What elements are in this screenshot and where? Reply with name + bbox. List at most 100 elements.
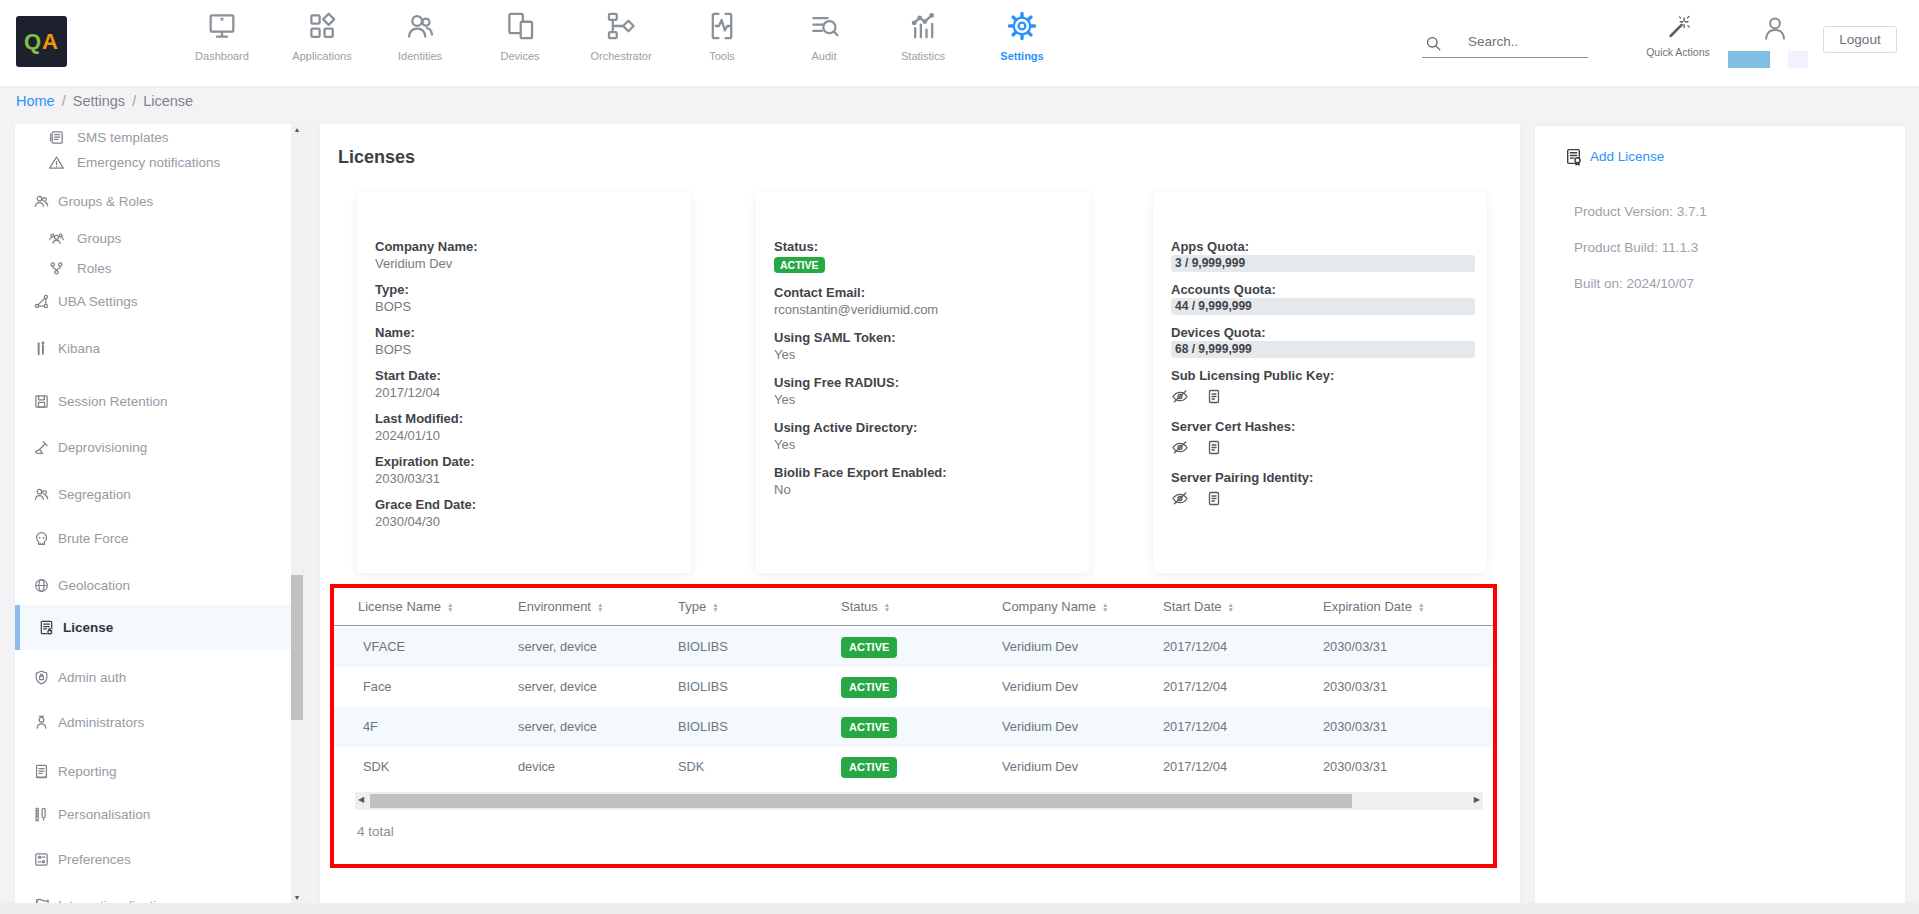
column-header-type[interactable]: Type▲▼ [678, 588, 719, 626]
table-row-face[interactable]: Faceserver, deviceBIOLIBSACTIVEVeridium … [334, 667, 1493, 707]
field-value: Veridium Dev [375, 255, 679, 272]
sidebar-item-deprovisioning[interactable]: Deprovisioning [15, 435, 291, 459]
cell-type: BIOLIBS [678, 707, 728, 747]
table-horizontal-scrollbar[interactable]: ◀ ▶ [355, 792, 1483, 810]
search-icon[interactable] [1424, 34, 1443, 53]
sidebar-item-uba-settings[interactable]: UBA Settings [15, 289, 291, 313]
prefs-icon [33, 851, 50, 868]
nav-item-settings[interactable]: Settings [972, 8, 1072, 62]
field-label: Devices Quota: [1171, 324, 1475, 341]
copy-icon[interactable] [1205, 439, 1222, 456]
field-label: Server Pairing Identity: [1171, 469, 1475, 486]
column-header-company-name[interactable]: Company Name▲▼ [1002, 588, 1108, 626]
sidebar-item-segregation[interactable]: Segregation [15, 482, 291, 506]
field-label: Expiration Date: [375, 453, 679, 470]
nav-item-identities[interactable]: Identities [370, 8, 470, 62]
sidebar-scrollbar[interactable]: ▲ ▼ [291, 124, 303, 903]
logout-button[interactable]: Logout [1823, 26, 1897, 53]
breadcrumb-item-settings: Settings [73, 93, 125, 109]
breadcrumb-separator: / [62, 93, 66, 109]
sidebar-item-groups-roles[interactable]: Groups & Roles [15, 189, 291, 213]
sidebar-item-session-retention[interactable]: Session Retention [15, 389, 291, 413]
sort-icon: ▲▼ [447, 603, 453, 612]
users-icon [33, 486, 50, 503]
cell-license-name: VFACE [363, 627, 405, 667]
scroll-up-icon[interactable]: ▲ [291, 126, 303, 133]
license-status-card: Status:ACTIVEContact Email:rconstantin@v… [756, 192, 1090, 573]
nav-item-audit[interactable]: Audit [774, 8, 874, 62]
sidebar-item-geolocation[interactable]: Geolocation [15, 573, 291, 597]
field-label: Using Free RADIUS: [774, 374, 1078, 391]
reveal-eye-icon[interactable] [1171, 388, 1188, 405]
sidebar-item-emergency-notifications[interactable]: Emergency notifications [15, 150, 291, 174]
sidebar-item-groups[interactable]: Groups [15, 226, 291, 250]
language-flag-primary[interactable] [1728, 51, 1770, 68]
field-value: 2024/01/10 [375, 427, 679, 444]
copy-icon[interactable] [1205, 490, 1222, 507]
grid-icon [272, 8, 372, 44]
quota-bar: 44 / 9,999,999 [1171, 298, 1475, 315]
app-logo[interactable]: QA [16, 16, 67, 67]
sort-icon: ▲▼ [712, 603, 718, 612]
sidebar-item-license[interactable]: License [15, 605, 291, 650]
reveal-eye-icon[interactable] [1171, 439, 1188, 456]
column-header-expiration-date[interactable]: Expiration Date▲▼ [1323, 588, 1424, 626]
quick-actions-button[interactable]: Quick Actions [1643, 10, 1713, 58]
column-header-status[interactable]: Status▲▼ [841, 588, 890, 626]
sidebar-item-preferences[interactable]: Preferences [15, 847, 291, 871]
cell-type: SDK [678, 747, 704, 787]
sidebar-item-administrators[interactable]: Administrators [15, 710, 291, 734]
nav-item-tools[interactable]: Tools [672, 8, 772, 62]
cell-type: BIOLIBS [678, 667, 728, 707]
field-using-free-radius: Using Free RADIUS:Yes [774, 374, 1078, 408]
nav-item-devices[interactable]: Devices [470, 8, 570, 62]
scroll-right-icon[interactable]: ▶ [1474, 795, 1480, 804]
field-company-name: Company Name:Veridium Dev [375, 238, 679, 272]
scroll-left-icon[interactable]: ◀ [358, 795, 364, 804]
field-sub-licensing-public-key: Sub Licensing Public Key: [1171, 367, 1475, 405]
field-label: Contact Email: [774, 284, 1078, 301]
field-label: Company Name: [375, 238, 679, 255]
column-header-license-name[interactable]: License Name▲▼ [358, 588, 454, 626]
column-header-environment[interactable]: Environment▲▼ [518, 588, 603, 626]
reveal-eye-icon[interactable] [1171, 490, 1188, 507]
table-header-row: License Name▲▼ Environment▲▼ Type▲▼ Status▲… [334, 588, 1493, 626]
field-biolib-face-export-enabled: Biolib Face Export Enabled:No [774, 464, 1078, 498]
breadcrumb-item-home[interactable]: Home [16, 93, 55, 109]
cell-license-name: SDK [363, 747, 389, 787]
language-flag-secondary[interactable] [1788, 51, 1808, 68]
search-input[interactable] [1468, 34, 1584, 49]
field-value: Yes [774, 436, 1078, 453]
table-row-vface[interactable]: VFACEserver, deviceBIOLIBSACTIVEVeridium… [334, 627, 1493, 667]
sidebar-scrollbar-thumb[interactable] [291, 575, 303, 720]
nav-item-statistics[interactable]: Statistics [873, 8, 973, 62]
sidebar-item-kibana[interactable]: Kibana [15, 336, 291, 360]
cell-company-name: Veridium Dev [1002, 667, 1078, 707]
field-label: Grace End Date: [375, 496, 679, 513]
page-horizontal-scrollbar[interactable] [0, 903, 1919, 914]
table-row-sdk[interactable]: SDKdeviceSDKACTIVEVeridium Dev2017/12/04… [334, 747, 1493, 787]
nav-item-dashboard[interactable]: Dashboard [172, 8, 272, 62]
field-last-modified: Last Modified:2024/01/10 [375, 410, 679, 444]
column-header-start-date[interactable]: Start Date▲▼ [1163, 588, 1234, 626]
cell-start-date: 2017/12/04 [1163, 667, 1227, 707]
nav-item-orchestrator[interactable]: Orchestrator [571, 8, 671, 62]
sidebar-item-brute-force[interactable]: Brute Force [15, 526, 291, 550]
add-license-button[interactable]: Add License [1564, 147, 1664, 166]
scroll-down-icon[interactable]: ▼ [291, 894, 303, 901]
field-accounts-quota: Accounts Quota:44 / 9,999,999 [1171, 281, 1475, 315]
sidebar-item-roles[interactable]: Roles [15, 256, 291, 280]
copy-icon[interactable] [1205, 388, 1222, 405]
sidebar-item-sms-templates[interactable]: SMS templates [15, 125, 291, 149]
field-value: BOPS [375, 341, 679, 358]
sidebar-item-admin-auth[interactable]: Admin auth [15, 665, 291, 689]
broom-icon [33, 439, 50, 456]
sidebar-item-personalisation[interactable]: Personalisation [15, 802, 291, 826]
nav-item-applications[interactable]: Applications [272, 8, 372, 62]
sidebar-item-reporting[interactable]: Reporting [15, 759, 291, 783]
user-avatar-icon[interactable] [1760, 13, 1790, 43]
table-row-4f[interactable]: 4Fserver, deviceBIOLIBSACTIVEVeridium De… [334, 707, 1493, 747]
table-scrollbar-thumb[interactable] [370, 794, 1352, 808]
cell-license-name: Face [363, 667, 391, 707]
sidebar-item-internationalization[interactable]: Internationalization [15, 893, 291, 903]
